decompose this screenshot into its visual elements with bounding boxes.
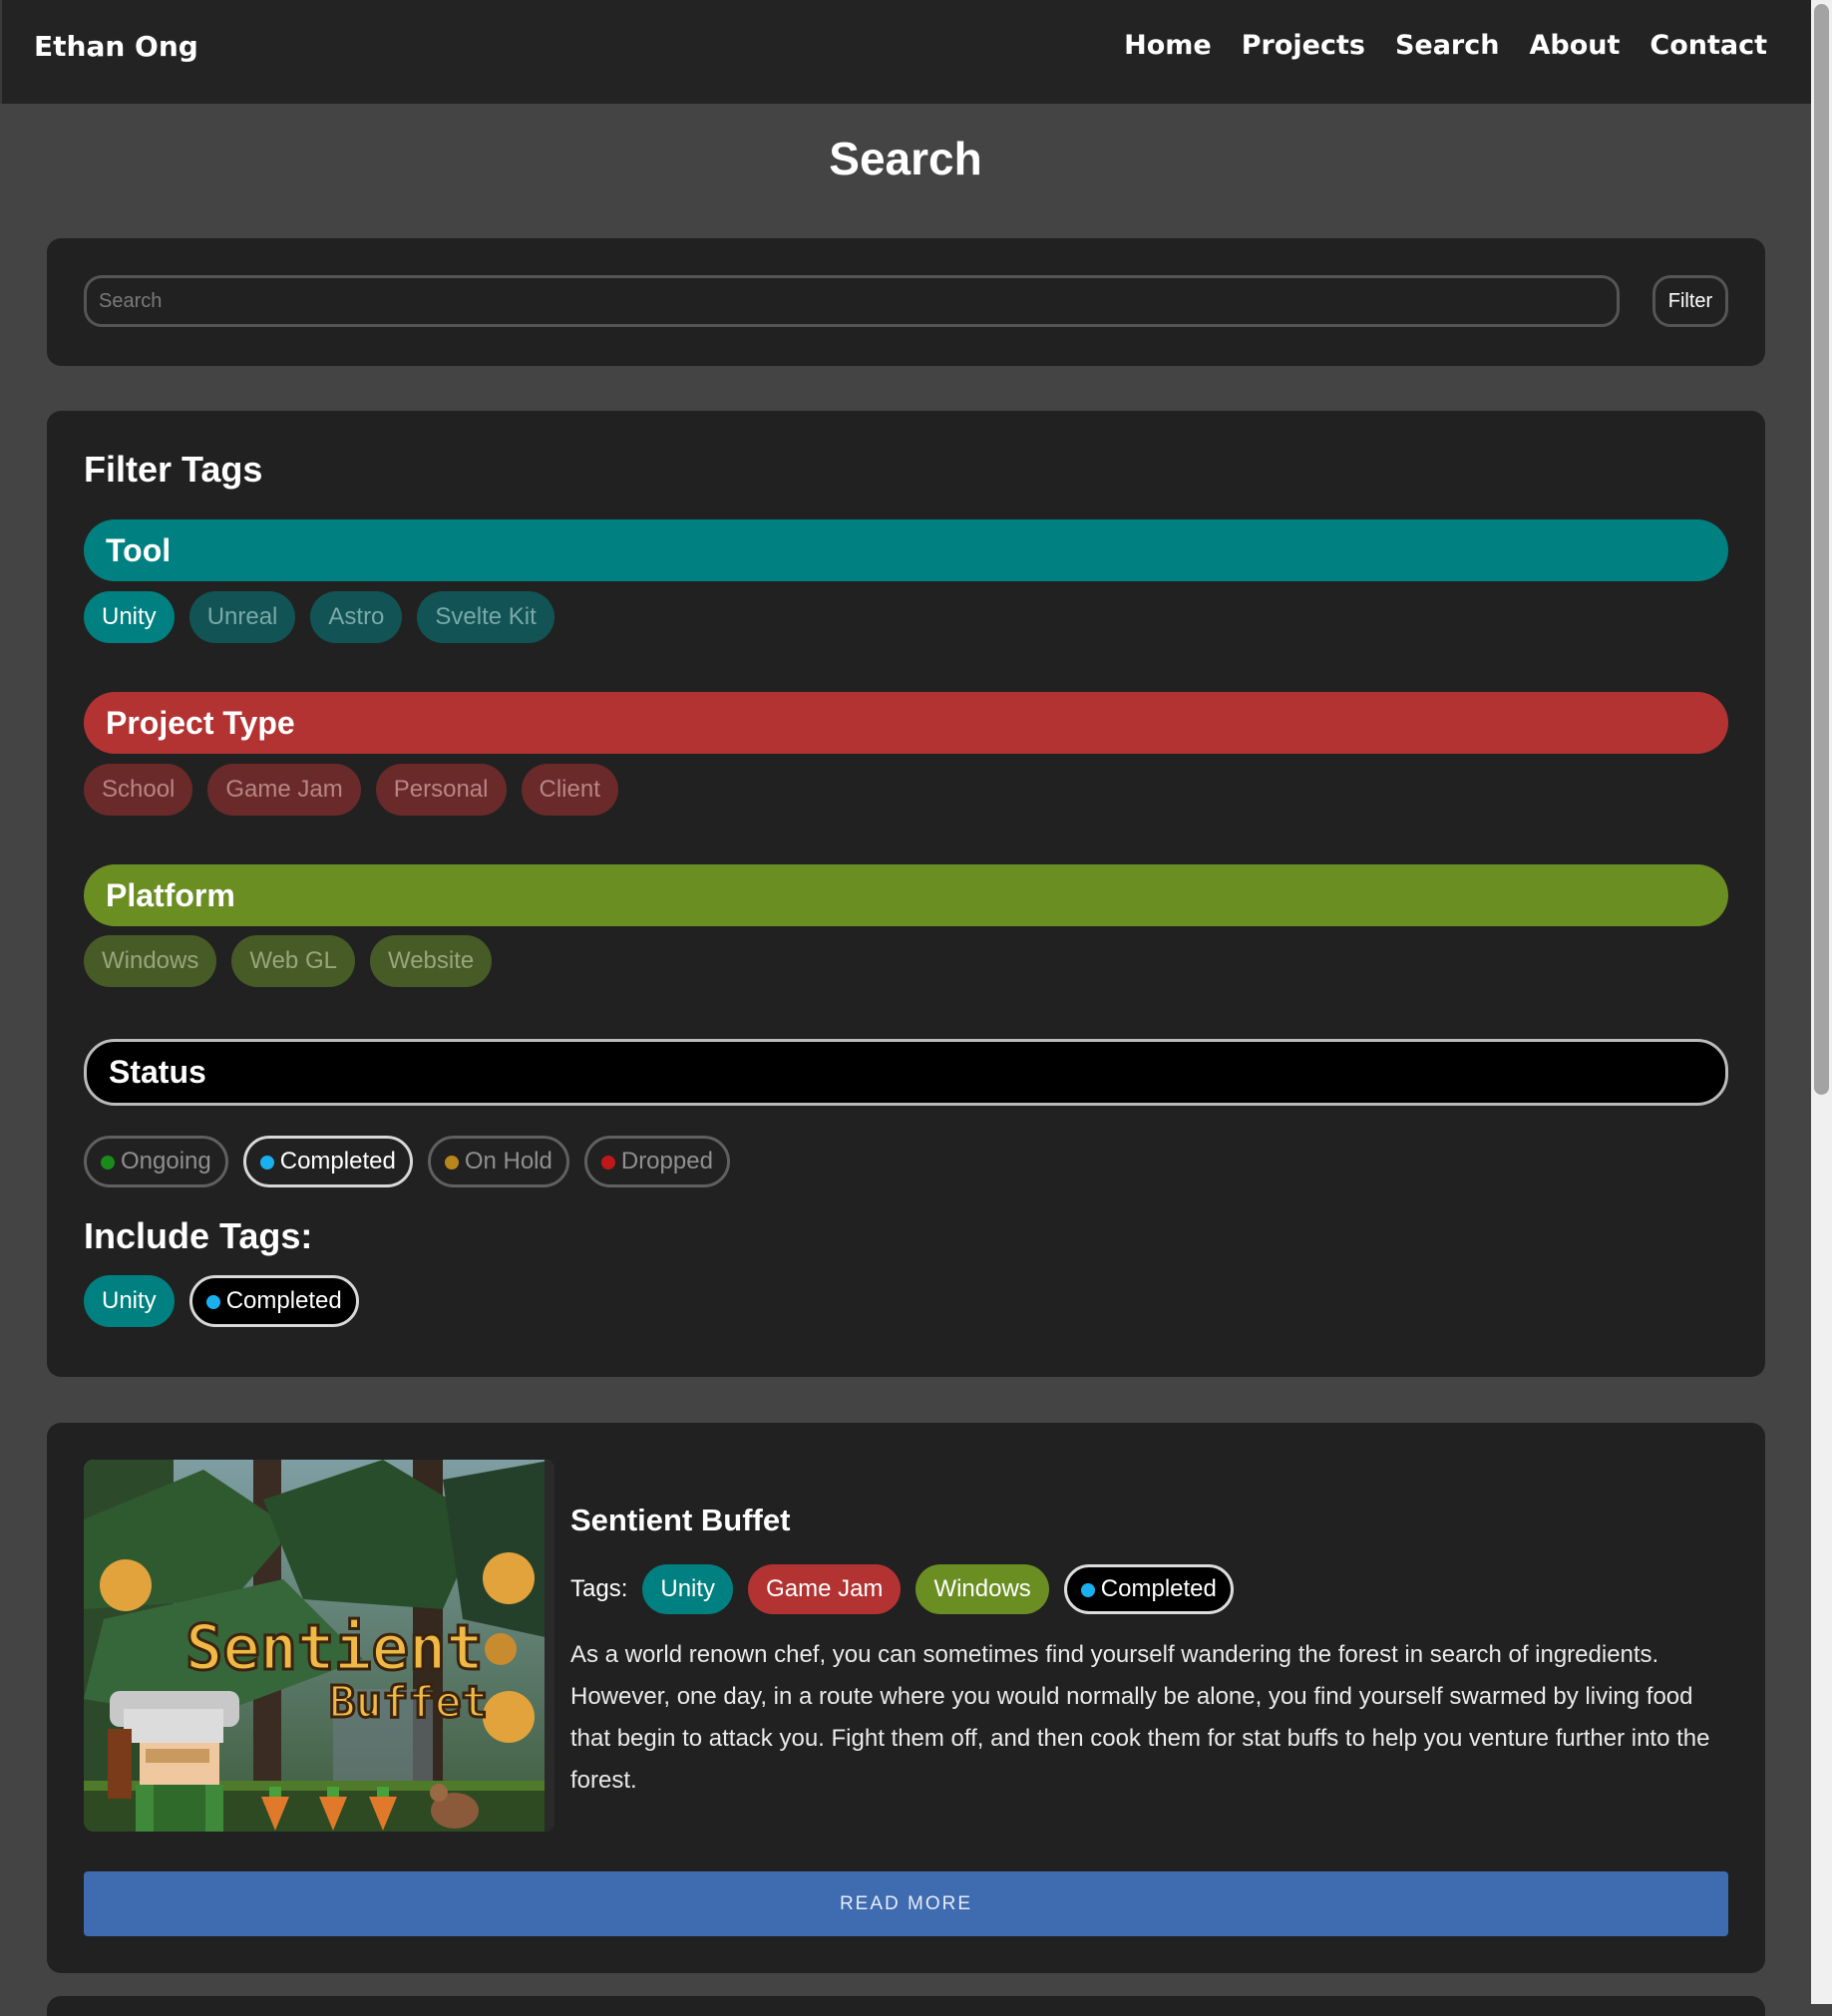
included-tag-unity[interactable]: Unity [84,1275,175,1327]
tag-on-hold[interactable]: On Hold [427,1136,569,1187]
category-header-platform: Platform [84,864,1728,926]
search-input[interactable] [84,275,1620,327]
tag-label: Ongoing [121,1148,211,1175]
tag-label: Completed [1100,1575,1217,1602]
nav-link-contact[interactable]: Contact [1649,30,1767,61]
tag-astro[interactable]: Astro [310,591,403,643]
nav-link-home[interactable]: Home [1124,30,1212,61]
filter-tags-panel: Filter Tags Tool Unity Unreal Astro Svel… [47,411,1765,1377]
project-title[interactable]: Sentient Buffet [570,1503,790,1538]
nav-link-about[interactable]: About [1529,30,1620,61]
status-dot-icon [101,1156,115,1170]
platform-tag-row: Windows Web GL Website [84,935,493,987]
status-dot-icon [600,1156,615,1170]
tag-label: Dropped [620,1148,713,1175]
included-tag-completed[interactable]: Completed [188,1275,359,1327]
project-card: Sentient Buffet Sentient Buffet Tags: Un… [47,1423,1765,1973]
tag-unreal[interactable]: Unreal [188,591,296,643]
search-panel: Filter [47,238,1765,366]
cover-title-text: Sentient [185,1611,484,1684]
tag-dropped[interactable]: Dropped [583,1136,730,1187]
navbar: Ethan Ong Home Projects Search About Con… [0,0,1813,104]
scrollbar[interactable] [1811,0,1832,2004]
brand-logo[interactable]: Ethan Ong [34,30,198,63]
read-more-button[interactable]: READ MORE [84,1871,1728,1936]
project-tag-unity[interactable]: Unity [642,1564,734,1614]
project-tag-windows[interactable]: Windows [916,1564,1049,1614]
status-dot-icon [444,1156,459,1170]
filter-tags-title: Filter Tags [84,449,263,490]
status-tag-row: Ongoing Completed On Hold Dropped [84,1136,730,1187]
scrollbar-thumb[interactable] [1814,4,1829,1095]
tags-label: Tags: [570,1575,628,1602]
project-tag-game-jam[interactable]: Game Jam [748,1564,902,1614]
status-dot-icon [205,1295,220,1309]
filter-button[interactable]: Filter [1652,275,1728,327]
tag-unity[interactable]: Unity [84,591,175,643]
tag-completed[interactable]: Completed [242,1136,413,1187]
tag-label: On Hold [464,1148,552,1175]
page-title: Search [829,133,982,184]
include-tag-row: Unity Completed [84,1275,359,1327]
tag-web-gl[interactable]: Web GL [231,935,355,987]
nav-link-projects[interactable]: Projects [1242,30,1365,61]
tag-game-jam[interactable]: Game Jam [207,764,361,816]
project-tags: Tags: Unity Game Jam Windows Completed [570,1564,1234,1614]
tag-windows[interactable]: Windows [84,935,217,987]
tag-label: Completed [225,1287,342,1314]
category-header-project-type: Project Type [84,692,1728,754]
tag-personal[interactable]: Personal [375,764,507,816]
category-header-status: Status [84,1039,1728,1106]
tag-website[interactable]: Website [369,935,493,987]
tag-client[interactable]: Client [521,764,618,816]
tag-school[interactable]: School [84,764,193,816]
project-thumbnail[interactable]: Sentient Buffet [84,1460,554,1832]
project-tag-completed[interactable]: Completed [1063,1564,1234,1614]
tag-ongoing[interactable]: Ongoing [84,1136,228,1187]
cover-subtitle-text: Buffet [329,1677,488,1728]
nav-link-search[interactable]: Search [1395,30,1500,61]
tag-label: Completed [279,1148,396,1175]
game-cover-art: Sentient Buffet [84,1460,554,1832]
status-dot-icon [1080,1583,1095,1597]
status-dot-icon [259,1156,274,1170]
include-tags-title: Include Tags: [84,1215,313,1256]
tag-svelte-kit[interactable]: Svelte Kit [417,591,554,643]
tool-tag-row: Unity Unreal Astro Svelte Kit [84,591,554,643]
project-type-tag-row: School Game Jam Personal Client [84,764,618,816]
category-header-tool: Tool [84,519,1728,581]
next-project-card [47,1996,1765,2016]
project-description: As a world renown chef, you can sometime… [570,1641,1710,1794]
nav-links: Home Projects Search About Contact [1124,30,1767,61]
